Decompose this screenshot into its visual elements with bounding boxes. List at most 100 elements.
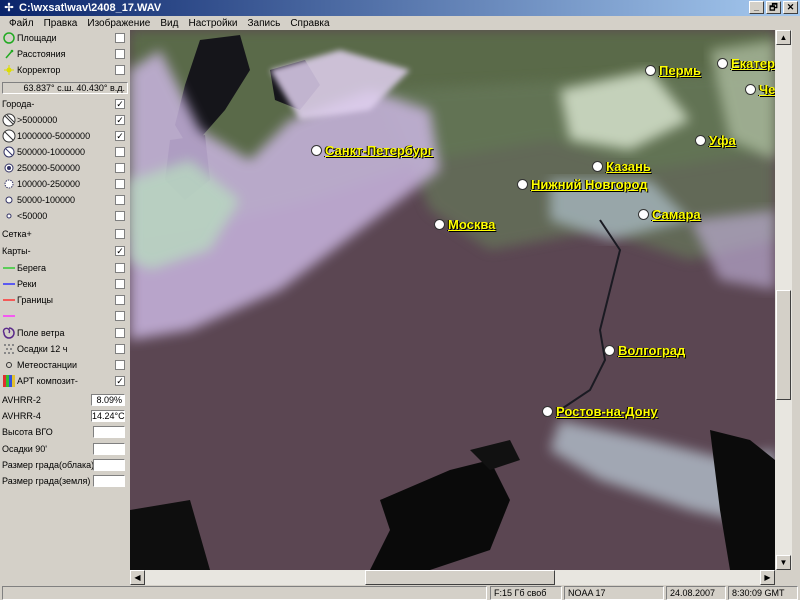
scroll-up-arrow-icon[interactable]: ▲ — [776, 30, 791, 45]
layer-wind-checkbox[interactable] — [115, 328, 125, 338]
city-marker[interactable]: Санкт-Петербург — [311, 143, 433, 158]
layer-composite-checkbox[interactable]: ✓ — [115, 376, 125, 386]
city-marker[interactable]: Нижний Новгород — [517, 177, 648, 192]
map-coasts-label: Берега — [17, 263, 47, 273]
grid-checkbox[interactable] — [115, 229, 125, 239]
city-size-label: 250000-500000 — [17, 163, 81, 173]
tool-corrector[interactable]: Корректор — [2, 62, 128, 78]
city-size-checkbox[interactable] — [115, 179, 125, 189]
layer-wind[interactable]: Поле ветра — [2, 325, 128, 341]
menu-view[interactable]: Вид — [155, 18, 183, 29]
city-size-250k-500k[interactable]: 250000-500000 — [2, 160, 128, 176]
city-size-label: 1000000-5000000 — [17, 131, 91, 141]
map-borders[interactable]: Границы — [2, 292, 128, 308]
satellite-app-icon[interactable]: ✢ — [3, 2, 15, 14]
layer-stations[interactable]: Метеостанции — [2, 357, 128, 373]
tool-distances[interactable]: Расстояния — [2, 46, 128, 62]
maps-header[interactable]: Карты- ✓ — [2, 243, 128, 259]
map-extra-checkbox[interactable] — [115, 311, 125, 321]
maps-checkbox[interactable]: ✓ — [115, 246, 125, 256]
tool-areas[interactable]: Площади — [2, 30, 128, 46]
city-size-checkbox[interactable] — [115, 163, 125, 173]
restore-button[interactable]: 🗗 — [766, 1, 781, 14]
city-dot-icon — [638, 209, 649, 220]
city-medium-icon — [2, 161, 16, 175]
layer-wind-label: Поле ветра — [17, 328, 65, 338]
layer-composite-label: АРТ композит- — [17, 376, 78, 386]
close-button[interactable]: ✕ — [783, 1, 798, 14]
city-marker[interactable]: Казань — [592, 159, 651, 174]
satellite-image-canvas — [130, 30, 775, 570]
city-marker[interactable]: Ростов-на-Дону — [542, 404, 658, 419]
scroll-left-arrow-icon[interactable]: ◀ — [130, 570, 145, 585]
city-dot-icon — [717, 58, 728, 69]
city-size-checkbox[interactable] — [115, 211, 125, 221]
hail-cloud-label: Размер града(облака) — [2, 460, 95, 470]
layer-precip[interactable]: Осадки 12 ч — [2, 341, 128, 357]
city-size-checkbox[interactable] — [115, 195, 125, 205]
tool-distances-checkbox[interactable] — [115, 49, 125, 59]
city-name: Челя — [759, 82, 775, 97]
menu-image[interactable]: Изображение — [82, 18, 155, 29]
city-size-checkbox[interactable] — [115, 147, 125, 157]
map-extra[interactable] — [2, 308, 128, 324]
tool-areas-checkbox[interactable] — [115, 33, 125, 43]
hail-ground-value — [93, 475, 125, 487]
scroll-right-arrow-icon[interactable]: ▶ — [760, 570, 775, 585]
city-marker[interactable]: Москва — [434, 217, 495, 232]
cities-checkbox[interactable]: ✓ — [115, 99, 125, 109]
coordinates-readout: 63.837° с.ш. 40.430° в.д. — [2, 82, 128, 94]
city-size-500k-1m[interactable]: 500000-1000000 — [2, 144, 128, 160]
tool-corrector-checkbox[interactable] — [115, 65, 125, 75]
layer-precip-checkbox[interactable] — [115, 344, 125, 354]
layer-composite[interactable]: АРТ композит- ✓ — [2, 373, 128, 389]
city-marker[interactable]: Пермь — [645, 63, 701, 78]
city-marker[interactable]: Волгоград — [604, 343, 685, 358]
coast-line-icon — [2, 261, 16, 275]
city-size-checkbox[interactable]: ✓ — [115, 115, 125, 125]
minimize-button[interactable]: _ — [749, 1, 764, 14]
city-size-over-5m[interactable]: >5000000 ✓ — [2, 112, 128, 128]
menu-bar: Файл Правка Изображение Вид Настройки За… — [0, 16, 800, 30]
city-marker[interactable]: Челя — [745, 82, 775, 97]
vertical-scrollbar[interactable]: ▲ ▼ — [775, 30, 792, 570]
city-size-100k-250k[interactable]: 100000-250000 — [2, 176, 128, 192]
city-marker[interactable]: Уфа — [695, 133, 736, 148]
vertical-scroll-thumb[interactable] — [776, 290, 791, 400]
map-rivers[interactable]: Реки — [2, 276, 128, 292]
horizontal-scrollbar[interactable]: ◀ ▶ — [130, 570, 775, 585]
map-coasts[interactable]: Берега — [2, 260, 128, 276]
city-size-checkbox[interactable]: ✓ — [115, 131, 125, 141]
city-tiny-icon — [2, 209, 16, 223]
city-size-1m-5m[interactable]: 1000000-5000000 ✓ — [2, 128, 128, 144]
city-dot-icon — [695, 135, 706, 146]
tool-corrector-label: Корректор — [17, 65, 61, 75]
status-date: 24.08.2007 — [666, 586, 726, 600]
city-marker[interactable]: Екатери — [717, 56, 775, 71]
city-size-under-50k[interactable]: <50000 — [2, 208, 128, 224]
scroll-down-arrow-icon[interactable]: ▼ — [776, 555, 791, 570]
horizontal-scroll-thumb[interactable] — [365, 570, 555, 585]
map-coasts-checkbox[interactable] — [115, 263, 125, 273]
city-size-label: <50000 — [17, 211, 48, 221]
precip-icon — [2, 342, 16, 356]
map-rivers-checkbox[interactable] — [115, 279, 125, 289]
menu-edit[interactable]: Правка — [39, 18, 83, 29]
menu-settings[interactable]: Настройки — [183, 18, 242, 29]
avhrr2-value: 8.09% — [91, 394, 125, 406]
city-size-50k-100k[interactable]: 50000-100000 — [2, 192, 128, 208]
menu-file[interactable]: Файл — [4, 18, 39, 29]
satellite-image[interactable]: Санкт-Петербург Москва Нижний Новгород К… — [130, 30, 775, 570]
menu-record[interactable]: Запись — [243, 18, 286, 29]
layer-stations-checkbox[interactable] — [115, 360, 125, 370]
grid-toggle[interactable]: Сетка+ — [2, 226, 128, 242]
city-marker[interactable]: Самара — [638, 207, 701, 222]
menu-help[interactable]: Справка — [285, 18, 334, 29]
cities-header[interactable]: Города- ✓ — [2, 96, 128, 112]
avhrr4-label: AVHRR-4 — [2, 411, 41, 421]
city-name: Санкт-Петербург — [325, 143, 434, 158]
composite-icon — [2, 374, 16, 388]
map-borders-checkbox[interactable] — [115, 295, 125, 305]
map-rivers-label: Реки — [17, 279, 37, 289]
extra-line-icon — [2, 309, 16, 323]
